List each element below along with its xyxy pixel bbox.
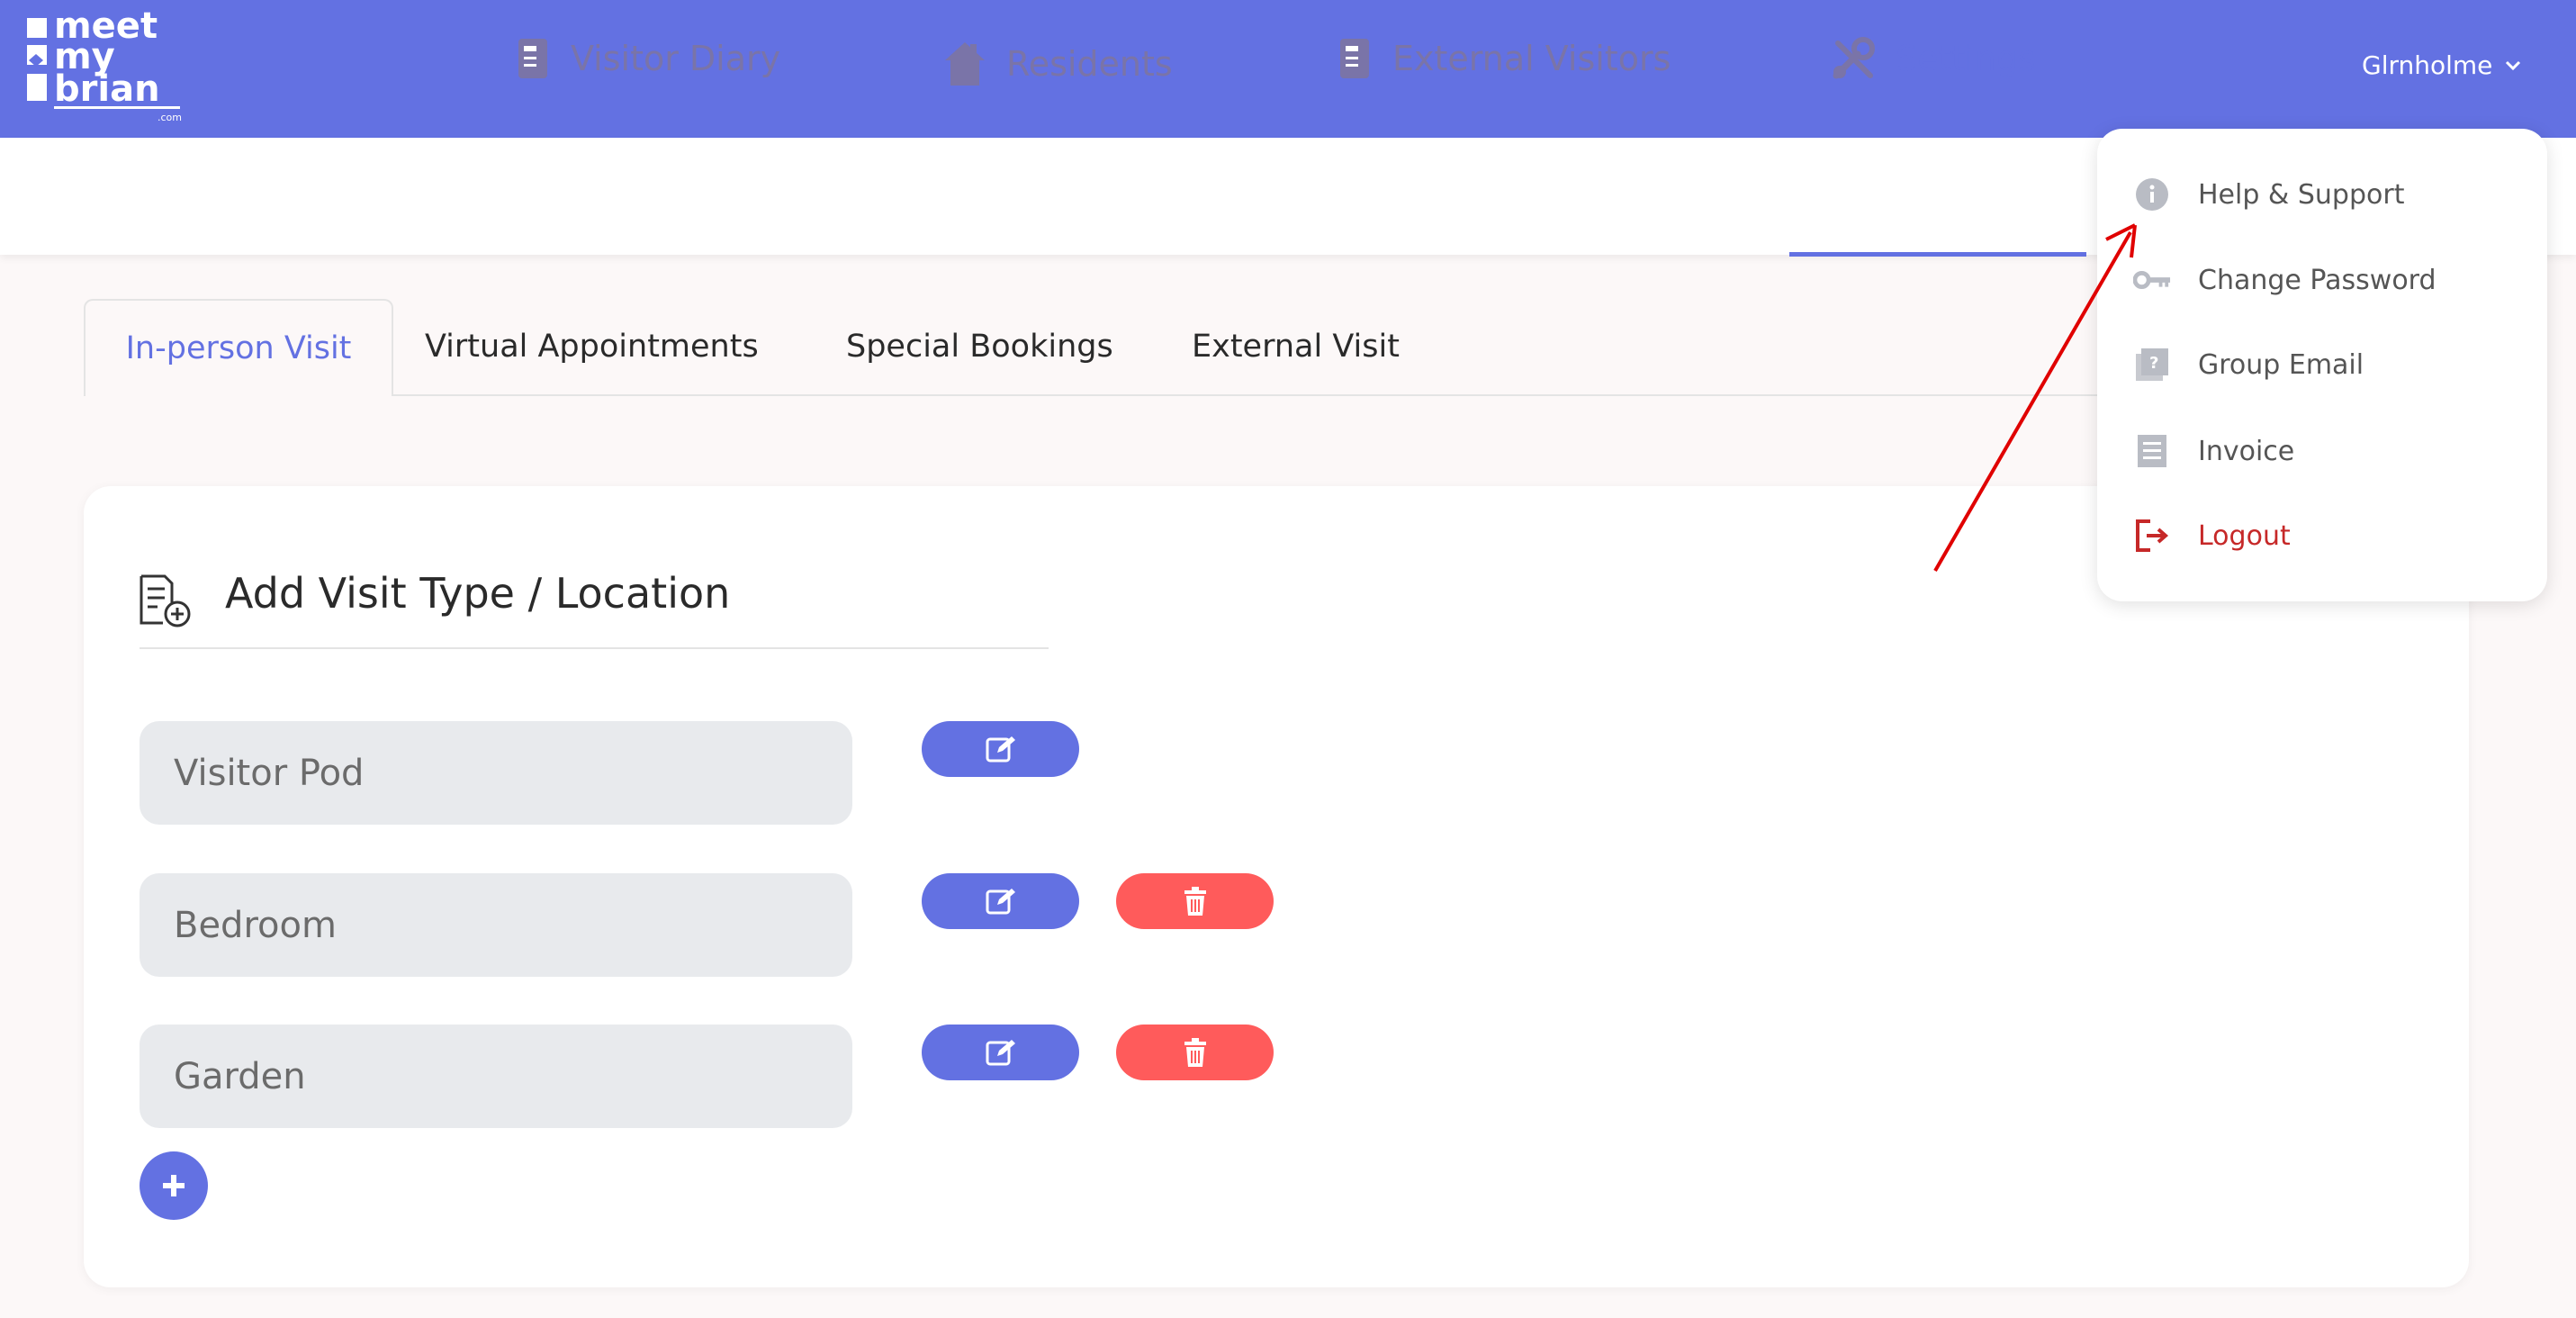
menu-item-invoice[interactable]: Invoice xyxy=(2133,424,2294,478)
title-divider xyxy=(140,647,1049,649)
nav-external-visitors[interactable]: External Visitors xyxy=(1337,0,1671,117)
tools-icon xyxy=(1833,37,1875,79)
key-icon xyxy=(2133,261,2171,299)
tab-in-person-visit[interactable]: In-person Visit xyxy=(84,299,393,396)
edit-icon xyxy=(986,736,1015,763)
delete-button[interactable] xyxy=(1116,873,1274,929)
question-book-icon: ? xyxy=(2133,346,2171,384)
nav-label: Visitor Diary xyxy=(571,39,781,78)
nav-visitor-diary[interactable]: Visitor Diary xyxy=(515,0,780,117)
nav-residents[interactable]: Residents xyxy=(943,5,1173,122)
add-location-button[interactable] xyxy=(140,1151,208,1220)
username: Glrnholme xyxy=(2362,50,2493,80)
tab-special-bookings[interactable]: Special Bookings xyxy=(846,299,1113,394)
nav-active-indicator xyxy=(1789,252,2086,257)
menu-item-label: Help & Support xyxy=(2198,178,2405,211)
menu-item-change-password[interactable]: Change Password xyxy=(2133,253,2436,307)
user-menu-toggle[interactable]: Glrnholme xyxy=(2362,47,2523,83)
card-title: Add Visit Type / Location xyxy=(225,569,731,618)
edit-button[interactable] xyxy=(922,873,1079,929)
house-icon xyxy=(945,42,985,86)
nav-label: Settings xyxy=(1896,39,2036,78)
edit-icon xyxy=(986,1040,1015,1066)
info-icon xyxy=(2133,176,2171,213)
menu-item-group-email[interactable]: ? Group Email xyxy=(2133,338,2364,392)
location-field[interactable]: Visitor Pod xyxy=(140,721,852,825)
edit-button[interactable] xyxy=(922,721,1079,777)
tab-external-visit[interactable]: External Visit xyxy=(1192,299,1400,394)
trash-icon xyxy=(1184,887,1206,916)
logout-icon xyxy=(2133,517,2171,555)
menu-item-help-support[interactable]: Help & Support xyxy=(2133,167,2404,221)
location-field[interactable]: Bedroom xyxy=(140,873,852,977)
diary-icon xyxy=(518,39,547,78)
menu-item-label: Change Password xyxy=(2198,264,2436,296)
nav-label: External Visitors xyxy=(1392,39,1671,78)
location-field[interactable]: Garden xyxy=(140,1025,852,1128)
nav-label: Residents xyxy=(1006,44,1173,84)
tab-virtual-appointments[interactable]: Virtual Appointments xyxy=(425,299,759,394)
diary-icon xyxy=(1340,39,1369,78)
trash-icon xyxy=(1184,1038,1206,1067)
add-document-icon xyxy=(140,574,191,627)
menu-item-label: Group Email xyxy=(2198,348,2364,381)
logo[interactable]: meet my brian .com xyxy=(27,11,185,126)
edit-button[interactable] xyxy=(922,1025,1079,1080)
svg-text:brian: brian xyxy=(54,68,160,110)
plus-icon xyxy=(163,1175,185,1196)
top-bar xyxy=(0,0,2576,138)
delete-button[interactable] xyxy=(1116,1025,1274,1080)
svg-text:?: ? xyxy=(2149,354,2158,373)
nav-settings[interactable]: Settings xyxy=(1831,0,2036,117)
document-icon xyxy=(2133,432,2171,470)
menu-item-label: Logout xyxy=(2198,519,2291,552)
svg-text:.com: .com xyxy=(158,112,182,123)
menu-item-logout[interactable]: Logout xyxy=(2133,509,2291,563)
menu-item-label: Invoice xyxy=(2198,435,2295,467)
chevron-down-icon xyxy=(2506,60,2521,71)
edit-icon xyxy=(986,889,1015,915)
